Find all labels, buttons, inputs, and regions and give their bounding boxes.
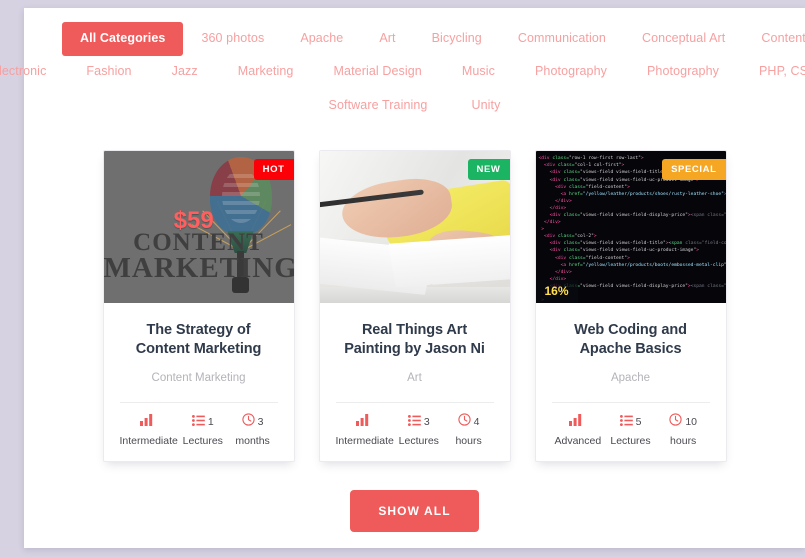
course-title-line2: Content Marketing	[135, 340, 262, 357]
course-category[interactable]: Art	[334, 372, 496, 384]
meta-level: Advanced	[552, 413, 605, 448]
filter-jazz[interactable]: Jazz	[152, 56, 218, 88]
course-title[interactable]: Web Coding and Apache Basics	[550, 321, 712, 358]
discount-badge: 16%	[535, 280, 578, 304]
course-title-line1: Web Coding and	[574, 322, 687, 339]
filter-content-marketing[interactable]: Content Marketing	[743, 23, 805, 55]
show-all-container: SHOW ALL	[24, 490, 805, 533]
course-meta: Intermediate 1 Lectures 3 months	[118, 403, 280, 447]
show-all-button[interactable]: SHOW ALL	[350, 490, 479, 533]
course-card[interactable]: CONTENT MARKETING $59 HOT The Strategy o…	[102, 150, 295, 463]
filter-360-photos[interactable]: 360 photos	[183, 23, 282, 55]
meta-level: Intermediate	[119, 413, 178, 448]
course-category[interactable]: Content Marketing	[118, 372, 280, 384]
clock-icon	[669, 413, 682, 431]
filter-electronic[interactable]: Electronic	[0, 56, 66, 88]
filter-communication[interactable]: Communication	[500, 23, 624, 55]
course-meta: Advanced 5 Lectures 10 hours	[550, 403, 712, 447]
meta-duration-label: months	[235, 435, 270, 448]
price-label: $59	[173, 207, 214, 235]
filter-material-design[interactable]: Material Design	[314, 56, 442, 88]
clock-icon	[458, 413, 471, 431]
course-title[interactable]: The Strategy of Content Marketing	[118, 321, 280, 358]
meta-duration-value: 10	[685, 416, 698, 429]
book-page-right	[388, 234, 510, 288]
meta-lectures: 1 Lectures	[178, 415, 228, 447]
course-meta: Intermediate 3 Lectures 4 hours	[334, 403, 496, 447]
meta-duration-label: hours	[670, 435, 697, 448]
thumb-word-marketing: MARKETING	[103, 252, 294, 285]
course-card-grid: CONTENT MARKETING $59 HOT The Strategy o…	[24, 150, 805, 463]
filter-software-training[interactable]: Software Training	[307, 90, 450, 122]
meta-duration: 3 months	[228, 413, 278, 448]
course-card-body: Web Coding and Apache Basics Apache Adva…	[536, 303, 726, 461]
course-card-body: Real Things Art Painting by Jason Ni Art…	[320, 303, 510, 461]
filter-row-3: Software Training Unity	[54, 90, 775, 122]
course-thumbnail[interactable]: CONTENT MARKETING $59 HOT	[103, 151, 294, 304]
course-thumbnail[interactable]: NEW	[319, 151, 510, 304]
filter-row-2: Electronic Fashion Jazz Marketing Materi…	[0, 56, 805, 88]
meta-lectures-label: Lectures	[398, 435, 439, 448]
course-card[interactable]: <div class="row-1 row-first row-last"> <…	[534, 150, 727, 463]
meta-level-label: Advanced	[554, 435, 602, 448]
filter-all-categories[interactable]: All Categories	[62, 22, 184, 56]
meta-lectures-label: Lectures	[610, 435, 651, 448]
course-title-line1: The Strategy of	[146, 322, 251, 339]
special-badge: SPECIAL	[662, 159, 726, 181]
meta-lectures-value: 1	[207, 416, 214, 429]
course-category[interactable]: Apache	[550, 372, 712, 384]
list-icon	[619, 413, 633, 431]
meta-duration: 10 hours	[657, 413, 710, 448]
filter-php-css-js[interactable]: PHP, CSS, JS	[739, 56, 805, 88]
bars-icon	[140, 413, 154, 431]
filter-conceptual-art[interactable]: Conceptual Art	[624, 23, 743, 55]
meta-lectures: 3 Lectures	[394, 415, 444, 447]
meta-lectures-value: 5	[635, 416, 642, 429]
list-icon	[191, 413, 205, 431]
filter-music[interactable]: Music	[442, 56, 515, 88]
course-title[interactable]: Real Things Art Painting by Jason Ni	[334, 321, 496, 358]
bars-icon	[356, 413, 370, 431]
filter-fashion[interactable]: Fashion	[66, 56, 151, 88]
meta-level-label: Intermediate	[119, 435, 178, 448]
meta-duration-label: hours	[455, 435, 482, 448]
filter-photography-1[interactable]: Photography	[515, 56, 627, 88]
meta-level-label: Intermediate	[335, 435, 394, 448]
new-badge: NEW	[467, 159, 510, 181]
course-title-line2: Painting by Jason Ni	[344, 340, 485, 357]
filter-marketing[interactable]: Marketing	[218, 56, 314, 88]
meta-duration: 4 hours	[444, 413, 494, 448]
clock-icon	[242, 413, 255, 431]
meta-lectures-value: 3	[423, 416, 430, 429]
content-panel: All Categories 360 photos Apache Art Bic…	[0, 8, 805, 548]
meta-duration-value: 4	[473, 416, 480, 429]
course-title-line1: Real Things Art	[361, 322, 468, 339]
course-title-line2: Apache Basics	[579, 340, 682, 357]
course-card[interactable]: NEW Real Things Art Painting by Jason Ni…	[318, 150, 511, 463]
filter-unity[interactable]: Unity	[450, 90, 523, 122]
meta-lectures-label: Lectures	[182, 435, 223, 448]
bars-icon	[569, 413, 583, 431]
meta-level: Intermediate	[335, 413, 394, 448]
filter-art[interactable]: Art	[361, 23, 413, 55]
filter-photography-2[interactable]: Photography	[627, 56, 739, 88]
category-filter-bar: All Categories 360 photos Apache Art Bic…	[0, 8, 805, 125]
meta-duration-value: 3	[257, 416, 264, 429]
course-card-body: The Strategy of Content Marketing Conten…	[104, 303, 294, 461]
filter-row-1: All Categories 360 photos Apache Art Bic…	[54, 22, 805, 56]
course-thumbnail[interactable]: <div class="row-1 row-first row-last"> <…	[535, 151, 726, 304]
list-icon	[407, 413, 421, 431]
hot-badge: HOT	[253, 159, 294, 181]
filter-bicycling[interactable]: Bicycling	[414, 23, 500, 55]
meta-lectures: 5 Lectures	[604, 415, 657, 447]
filter-apache[interactable]: Apache	[282, 23, 361, 55]
